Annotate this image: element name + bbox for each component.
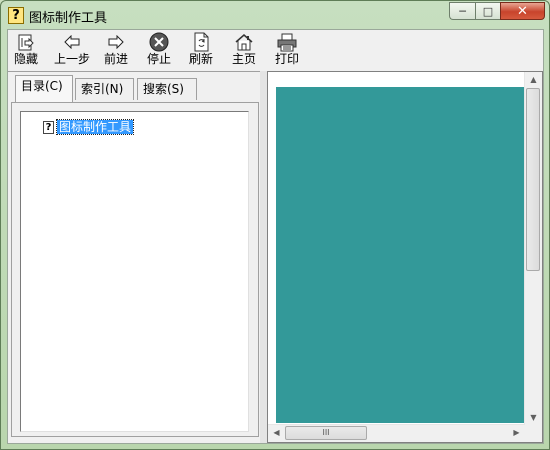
forward-arrow-icon [105,32,127,52]
window-controls: ─ □ ✕ [449,2,545,21]
hide-label: 隐藏 [14,52,39,66]
tab-contents[interactable]: 目录(C) [15,75,73,102]
topic-content [276,87,526,423]
close-button[interactable]: ✕ [500,2,545,20]
client-area: 隐藏 上一步 前进 停止 刷新 主页 打印 目录(C) 索引(N) 搜索(S) … [7,29,544,444]
scroll-up-icon[interactable]: ▲ [525,75,542,84]
forward-label: 前进 [104,52,129,66]
scroll-right-icon[interactable]: ▶ [508,428,525,437]
window-title: 图标制作工具 [29,11,108,26]
help-app-icon: ? [8,7,24,24]
back-arrow-icon [61,32,83,52]
home-icon [233,32,255,52]
scroll-down-icon[interactable]: ▼ [525,413,542,422]
hide-button[interactable]: 隐藏 [14,32,38,70]
print-icon [276,32,298,52]
tab-search[interactable]: 搜索(S) [137,78,197,100]
stop-icon [148,32,170,52]
help-window: ? 图标制作工具 ─ □ ✕ 隐藏 上一步 前进 停止 刷新 主页 打印 目录(… [0,0,550,450]
tab-index[interactable]: 索引(N) [75,78,134,100]
tree-item-label: 图标制作工具 [55,119,135,135]
refresh-label: 刷新 [189,52,214,66]
maximize-button[interactable]: □ [475,2,500,20]
print-button[interactable]: 打印 [275,32,299,70]
print-label: 打印 [275,52,300,66]
hide-icon [15,32,37,52]
back-button[interactable]: 上一步 [54,32,90,70]
scroll-corner [525,425,542,442]
tree-item[interactable]: ? 图标制作工具 [43,119,135,135]
title-bar[interactable]: ? 图标制作工具 ─ □ ✕ [1,1,549,29]
home-button[interactable]: 主页 [232,32,256,70]
stop-label: 停止 [147,52,172,66]
minimize-button[interactable]: ─ [449,2,475,20]
content-pane: ▲ ▼ ◀ III ▶ [267,71,543,443]
contents-tree[interactable]: ? 图标制作工具 [20,111,249,432]
refresh-button[interactable]: 刷新 [189,32,213,70]
toolbar: 隐藏 上一步 前进 停止 刷新 主页 打印 [8,30,543,72]
navigation-pane: ? 图标制作工具 [11,102,259,437]
help-topic-icon: ? [43,120,54,134]
refresh-icon [190,32,212,52]
vertical-scroll-thumb[interactable] [526,88,540,271]
vertical-scrollbar[interactable]: ▲ ▼ [524,72,542,425]
back-label: 上一步 [54,52,91,66]
home-label: 主页 [232,52,257,66]
forward-button[interactable]: 前进 [104,32,128,70]
stop-button[interactable]: 停止 [147,32,171,70]
horizontal-scrollbar[interactable]: ◀ III ▶ [268,424,525,442]
horizontal-scroll-thumb[interactable]: III [285,426,367,440]
scroll-left-icon[interactable]: ◀ [268,428,285,437]
